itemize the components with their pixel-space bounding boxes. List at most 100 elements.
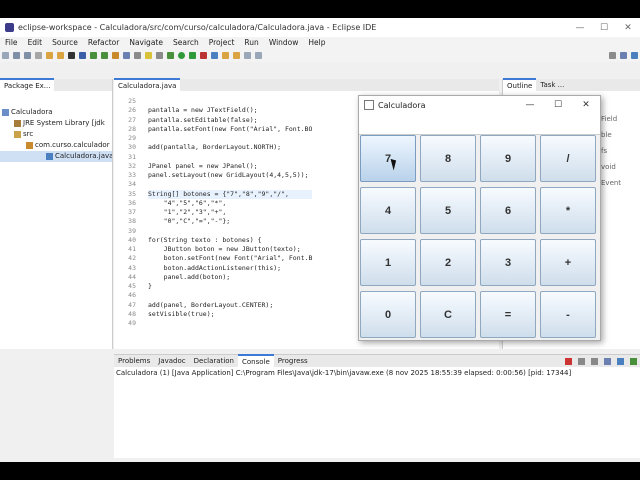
code-line[interactable]: boton.addActionListener(this); <box>148 264 312 273</box>
run-icon[interactable] <box>178 51 185 59</box>
code-line[interactable]: for(String texto : botones) { <box>148 236 312 245</box>
calc-button-divide[interactable]: / <box>540 135 596 182</box>
tree-item-project[interactable]: Calculadora <box>0 107 112 118</box>
menu-file[interactable]: File <box>5 38 18 47</box>
tree-item-java-file[interactable]: Calculadora.java <box>0 151 112 162</box>
calc-button-0[interactable]: 0 <box>360 291 416 338</box>
forward-icon[interactable] <box>255 51 262 59</box>
menu-source[interactable]: Source <box>52 38 78 47</box>
calc-button-7[interactable]: 7 <box>360 135 416 182</box>
calc-button-add[interactable]: + <box>540 239 596 286</box>
code-line[interactable]: panel.add(boton); <box>148 273 312 282</box>
menu-help[interactable]: Help <box>308 38 325 47</box>
open-type-icon[interactable] <box>123 51 130 59</box>
menu-run[interactable]: Run <box>244 38 258 47</box>
menu-edit[interactable]: Edit <box>28 38 43 47</box>
save-all-icon[interactable] <box>24 51 31 59</box>
code-line[interactable]: "1","2","3","+", <box>148 208 312 217</box>
code-line[interactable]: add(panel, BorderLayout.CENTER); <box>148 301 312 310</box>
menu-project[interactable]: Project <box>209 38 235 47</box>
calc-button-equals[interactable]: = <box>480 291 536 338</box>
calc-button-8[interactable]: 8 <box>420 135 476 182</box>
tab-calculadora-java[interactable]: Calculadora.java <box>114 78 181 92</box>
tab-javadoc[interactable]: Javadoc <box>154 355 189 367</box>
code-line[interactable] <box>148 180 312 189</box>
save-icon[interactable] <box>13 51 20 59</box>
terminate-icon[interactable] <box>565 357 572 365</box>
calculator-display[interactable] <box>359 114 600 135</box>
open-folder-icon[interactable] <box>222 51 229 59</box>
redo-icon[interactable] <box>57 51 64 59</box>
tab-declaration[interactable]: Declaration <box>190 355 238 367</box>
code-line[interactable]: add(pantalla, BorderLayout.NORTH); <box>148 143 312 152</box>
cursor-icon[interactable] <box>79 51 86 59</box>
calc-button-subtract[interactable]: - <box>540 291 596 338</box>
code-line[interactable]: pantalla = new JTextField(); <box>148 106 312 115</box>
code-line[interactable] <box>148 153 312 162</box>
pin-console-icon[interactable] <box>617 357 624 365</box>
tab-outline[interactable]: Outline <box>503 78 537 92</box>
new-class-icon[interactable] <box>101 51 108 59</box>
perspective-icon[interactable] <box>620 51 627 59</box>
code-line[interactable] <box>148 97 312 106</box>
code-line[interactable]: String[] botones = {"7","8","9","/", <box>148 189 313 199</box>
menu-refactor[interactable]: Refactor <box>88 38 119 47</box>
tab-progress[interactable]: Progress <box>274 355 312 367</box>
tab-console[interactable]: Console <box>238 354 274 368</box>
calc-button-6[interactable]: 6 <box>480 187 536 234</box>
back-icon[interactable] <box>244 51 251 59</box>
search-icon[interactable] <box>134 51 141 59</box>
code-line[interactable]: "0","C","=","-"}; <box>148 217 312 226</box>
close-icon[interactable]: ✕ <box>616 23 640 33</box>
code-line[interactable]: pantalla.setEditable(false); <box>148 116 312 125</box>
code-line[interactable]: JButton boton = new JButton(texto); <box>148 245 312 254</box>
new-icon[interactable] <box>2 51 9 59</box>
close-icon[interactable]: ✕ <box>572 100 600 110</box>
print-icon[interactable] <box>35 51 42 59</box>
code-line[interactable] <box>148 319 312 328</box>
menu-search[interactable]: Search <box>173 38 199 47</box>
package-icon[interactable] <box>112 51 119 59</box>
new-java-project-icon[interactable] <box>211 51 218 59</box>
terminal-icon[interactable] <box>68 51 75 59</box>
code-line[interactable]: JPanel panel = new JPanel(); <box>148 162 312 171</box>
code-line[interactable]: setVisible(true); <box>148 310 312 319</box>
tree-item-jre[interactable]: JRE System Library [jdk <box>0 118 112 129</box>
annotation-icon[interactable] <box>233 51 240 59</box>
debug-run-icon[interactable] <box>167 51 174 59</box>
menu-navigate[interactable]: Navigate <box>129 38 163 47</box>
calc-button-2[interactable]: 2 <box>420 239 476 286</box>
tab-package-explorer[interactable]: Package Ex... <box>0 78 55 92</box>
code-line[interactable] <box>148 291 312 300</box>
code-line[interactable]: boton.setFont(new Font("Arial", Font.B <box>148 254 313 263</box>
debug-icon[interactable] <box>90 51 97 59</box>
code-line[interactable]: pantalla.setFont(new Font("Arial", Font.… <box>148 125 312 134</box>
calc-button-3[interactable]: 3 <box>480 239 536 286</box>
external-tools-icon[interactable] <box>200 51 207 59</box>
calc-button-9[interactable]: 9 <box>480 135 536 182</box>
java-perspective-icon[interactable] <box>631 51 638 59</box>
highlight-icon[interactable] <box>145 51 152 59</box>
code-line[interactable]: "4","5","6","*", <box>148 199 312 208</box>
undo-icon[interactable] <box>46 51 53 59</box>
maximize-icon[interactable]: ☐ <box>592 23 616 33</box>
scroll-lock-icon[interactable] <box>604 357 611 365</box>
code-line[interactable]: } <box>148 282 312 291</box>
minimize-icon[interactable]: — <box>516 100 544 110</box>
calc-button-clear[interactable]: C <box>420 291 476 338</box>
pin-icon[interactable] <box>156 51 163 59</box>
menu-window[interactable]: Window <box>269 38 299 47</box>
clear-console-icon[interactable] <box>591 357 598 365</box>
tree-item-package[interactable]: com.curso.calculador <box>0 140 112 151</box>
search-toolbar-icon[interactable] <box>609 51 616 59</box>
maximize-icon[interactable]: ☐ <box>544 100 572 110</box>
calc-button-multiply[interactable]: * <box>540 187 596 234</box>
minimize-icon[interactable]: — <box>568 23 592 33</box>
code-line[interactable] <box>148 227 312 236</box>
calc-button-5[interactable]: 5 <box>420 187 476 234</box>
code-lines[interactable]: pantalla = new JTextField(); pantalla.set… <box>148 97 313 328</box>
coverage-icon[interactable] <box>189 51 196 59</box>
code-line[interactable]: panel.setLayout(new GridLayout(4,4,5,5))… <box>148 171 312 180</box>
remove-launch-icon[interactable] <box>578 357 585 365</box>
tab-problems[interactable]: Problems <box>114 355 154 367</box>
